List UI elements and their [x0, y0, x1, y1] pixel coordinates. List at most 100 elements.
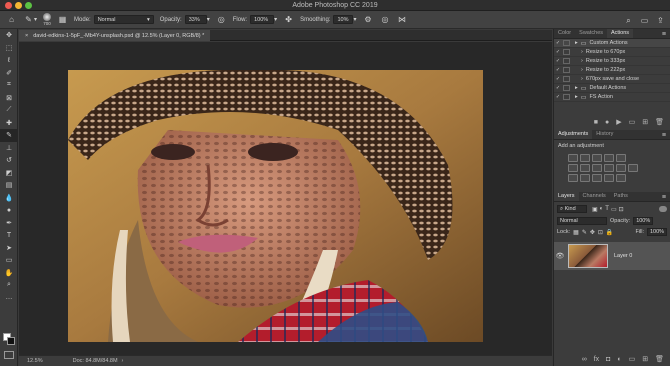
dialog-toggle[interactable] [563, 49, 570, 55]
color-lookup-icon[interactable] [628, 164, 638, 172]
symmetry-button[interactable]: ⋈ [396, 14, 407, 25]
chevron-right-icon[interactable]: › [581, 67, 583, 73]
chevron-right-icon[interactable]: › [581, 76, 583, 82]
vibrance-icon[interactable] [616, 154, 626, 162]
blend-mode-select[interactable]: Normal [557, 217, 607, 225]
canvas-area[interactable] [19, 42, 552, 355]
play-icon[interactable]: ▶ [616, 118, 621, 126]
opacity-field[interactable]: 33% [184, 15, 207, 24]
adjustment-layer-icon[interactable]: ◐ [617, 356, 621, 363]
layer-kind-filter[interactable]: ⌕ Kind [557, 205, 587, 213]
threshold-icon[interactable] [592, 174, 602, 182]
check-icon[interactable]: ✓ [554, 40, 562, 46]
chevron-right-icon[interactable]: ▸ [575, 85, 578, 91]
layer-row[interactable]: 👁 Layer 0 [554, 242, 670, 270]
filter-toggle[interactable] [659, 206, 667, 212]
pen-tool[interactable]: ✒ [0, 217, 18, 230]
blur-tool[interactable]: 💧 [0, 192, 18, 205]
airbrush-button[interactable]: ✤ [283, 14, 294, 25]
eraser-tool[interactable]: ◩ [0, 167, 18, 180]
quick-select-tool[interactable]: ✐ [0, 67, 18, 80]
gradient-tool[interactable]: ▤ [0, 179, 18, 192]
brush-tool[interactable]: ✎ [0, 129, 18, 142]
zoom-tool[interactable]: ⌕ [0, 279, 18, 292]
filter-adjustment-icon[interactable]: ◐ [600, 206, 604, 212]
dialog-toggle[interactable] [563, 76, 570, 82]
chevron-right-icon[interactable]: ▸ [575, 94, 578, 100]
brightness-contrast-icon[interactable] [568, 154, 578, 162]
selective-color-icon[interactable] [616, 174, 626, 182]
tab-history[interactable]: History [592, 130, 617, 139]
layer-opacity-field[interactable]: 100% [633, 217, 654, 225]
workspace-icon[interactable]: ▭ [639, 15, 650, 26]
tool-preset-picker[interactable]: ✎ ▾ [23, 14, 37, 25]
zoom-readout[interactable]: 12.5% [27, 358, 43, 364]
panel-menu-icon[interactable]: ≡ [662, 194, 670, 201]
close-tab-icon[interactable]: × [25, 33, 28, 39]
dodge-tool[interactable]: ● [0, 204, 18, 217]
tab-adjustments[interactable]: Adjustments [554, 130, 593, 139]
action-item[interactable]: ✓ ▸ ▭ Custom Actions [554, 39, 670, 48]
fx-icon[interactable]: fx [594, 356, 599, 363]
dialog-toggle[interactable] [563, 85, 570, 91]
tab-paths[interactable]: Paths [610, 192, 632, 201]
more-tools-button[interactable]: … [0, 292, 18, 305]
dialog-toggle[interactable] [563, 58, 570, 64]
marquee-tool[interactable]: ⬚ [0, 42, 18, 55]
gradient-map-icon[interactable] [604, 174, 614, 182]
panel-menu-icon[interactable]: ≡ [662, 132, 670, 139]
eye-icon[interactable]: 👁 [554, 252, 566, 260]
filter-pixel-icon[interactable]: ▣ [592, 206, 598, 213]
share-icon[interactable]: ⇪ [655, 15, 666, 26]
lock-pixels-icon[interactable]: ▦ [573, 229, 579, 236]
smoothing-options-button[interactable]: ⚙ [362, 14, 373, 25]
chevron-right-icon[interactable]: › [581, 49, 583, 55]
lock-all-icon[interactable]: 🔒 [606, 229, 613, 236]
posterize-icon[interactable] [580, 174, 590, 182]
dialog-toggle[interactable] [563, 94, 570, 100]
new-layer-icon[interactable]: ⊞ [642, 355, 648, 363]
artwork-photo[interactable] [68, 70, 483, 342]
action-item[interactable]: ✓ ▸ ▭ FS Action [554, 93, 670, 102]
check-icon[interactable]: ✓ [554, 85, 562, 91]
background-color-swatch[interactable] [7, 337, 15, 345]
action-item[interactable]: ✓ › Resize to 333px [554, 57, 670, 66]
action-item[interactable]: ✓ › Resize to 222px [554, 66, 670, 75]
invert-icon[interactable] [568, 174, 578, 182]
new-set-icon[interactable]: ▭ [629, 118, 636, 126]
crop-tool[interactable]: ⌗ [0, 79, 18, 92]
lock-position-icon[interactable]: ✥ [590, 229, 595, 236]
document-tab[interactable]: × david-edkins-1-5pF_-Mb4Y-unsplash.psd … [19, 30, 211, 41]
lasso-tool[interactable]: ℓ [0, 54, 18, 67]
trash-icon[interactable]: 🗑 [655, 118, 664, 126]
tab-channels[interactable]: Channels [579, 192, 610, 201]
check-icon[interactable]: ✓ [554, 94, 562, 100]
chevron-right-icon[interactable]: › [581, 58, 583, 64]
frame-tool[interactable]: ⊠ [0, 92, 18, 105]
curves-icon[interactable] [592, 154, 602, 162]
move-tool[interactable]: ✥ [0, 29, 18, 42]
exposure-icon[interactable] [604, 154, 614, 162]
panel-menu-icon[interactable]: ≡ [662, 31, 670, 38]
quick-mask-button[interactable] [4, 351, 14, 359]
color-balance-icon[interactable] [580, 164, 590, 172]
chevron-right-icon[interactable]: › [122, 358, 124, 364]
mode-select[interactable]: Normal ▾ [93, 15, 154, 24]
check-icon[interactable]: ✓ [554, 67, 562, 73]
dialog-toggle[interactable] [563, 67, 570, 73]
levels-icon[interactable] [580, 154, 590, 162]
healing-tool[interactable]: ✚ [0, 117, 18, 130]
hue-saturation-icon[interactable] [568, 164, 578, 172]
hand-tool[interactable]: ✋ [0, 267, 18, 280]
lock-artboard-icon[interactable]: ⊡ [598, 229, 603, 236]
search-icon[interactable]: ⌕ [623, 15, 634, 26]
type-tool[interactable]: T [0, 229, 18, 242]
stop-icon[interactable]: ■ [594, 119, 598, 126]
pressure-size-button[interactable]: ◎ [379, 14, 390, 25]
dialog-toggle[interactable] [563, 40, 570, 46]
tab-layers[interactable]: Layers [554, 192, 579, 201]
black-white-icon[interactable] [592, 164, 602, 172]
brush-settings-button[interactable]: ▦ [57, 14, 68, 25]
chevron-right-icon[interactable]: ▸ [575, 40, 578, 46]
action-item[interactable]: ✓ ▸ ▭ Default Actions [554, 84, 670, 93]
